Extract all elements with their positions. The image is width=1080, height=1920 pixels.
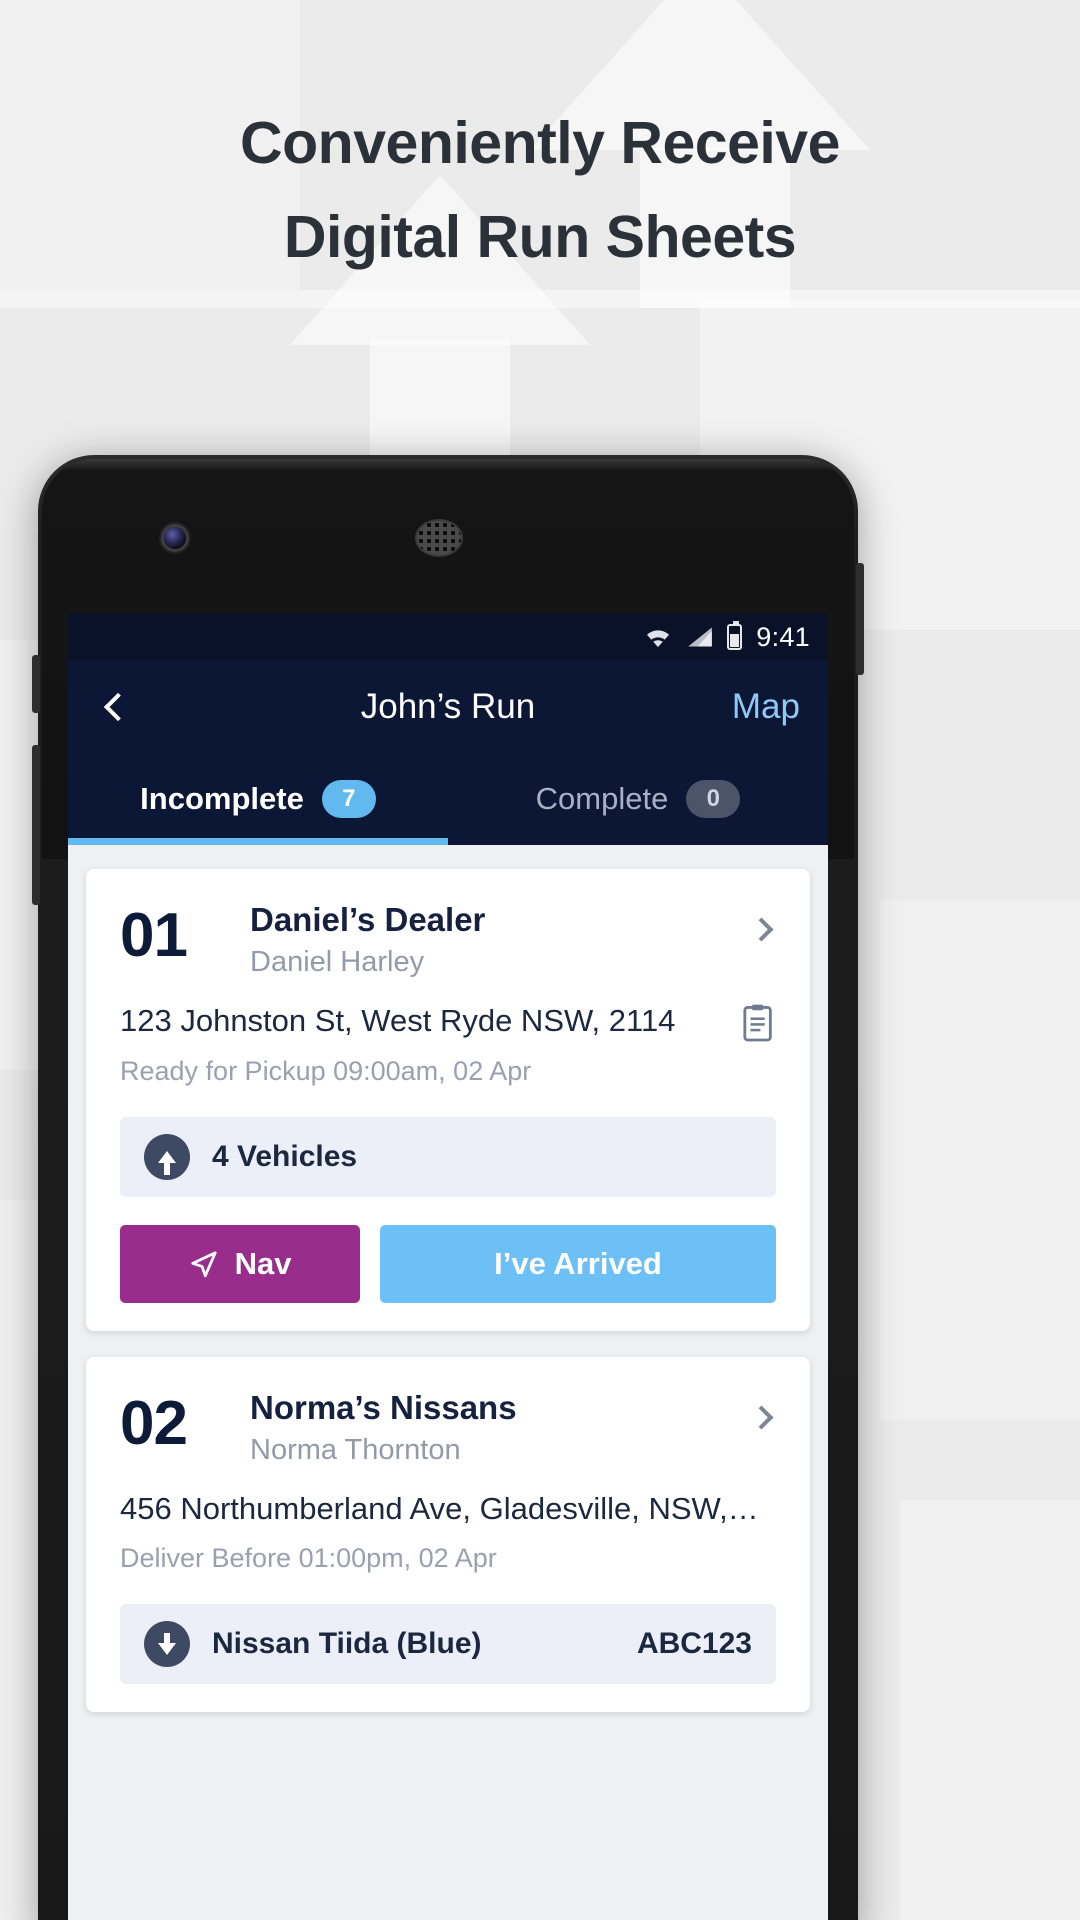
stop-title: Daniel’s Dealer bbox=[250, 901, 486, 938]
stop-vehicle-summary[interactable]: Nissan Tiida (Blue) ABC123 bbox=[120, 1604, 776, 1685]
headline-line-1: Conveniently Receive bbox=[240, 110, 840, 176]
stop-address-block: 123 Johnston St, West Ryde NSW, 2114 Rea… bbox=[120, 1001, 742, 1086]
stop-contact: Norma Thornton bbox=[250, 1433, 461, 1466]
stop-card-header[interactable]: 02 Norma’s Nissans Norma Thornton bbox=[120, 1387, 776, 1467]
phone-screen: 9:41 John’s Run Map Incomplete 7 Complet… bbox=[68, 613, 828, 1920]
stop-contact: Daniel Harley bbox=[250, 946, 425, 979]
stop-card-header[interactable]: 01 Daniel’s Dealer Daniel Harley bbox=[120, 899, 776, 979]
nav-button-label: Nav bbox=[234, 1245, 292, 1281]
stop-title: Norma’s Nissans bbox=[250, 1388, 517, 1426]
tab-active-indicator bbox=[68, 838, 448, 845]
status-bar: 9:41 bbox=[68, 613, 828, 661]
stop-actions: Nav I’ve Arrived bbox=[120, 1224, 776, 1303]
stop-identity: Daniel’s Dealer Daniel Harley bbox=[250, 899, 753, 979]
battery-icon bbox=[727, 621, 743, 650]
headline-line-2: Digital Run Sheets bbox=[283, 204, 797, 271]
chevron-left-icon bbox=[103, 692, 133, 722]
arrow-up-icon bbox=[144, 1133, 190, 1180]
stop-number: 01 bbox=[120, 901, 188, 970]
phone-volume-button bbox=[32, 745, 40, 905]
app-navbar: John’s Run Map bbox=[68, 661, 828, 753]
navigation-arrow-icon bbox=[189, 1249, 219, 1279]
chevron-right-icon[interactable] bbox=[749, 1405, 774, 1430]
stop-vehicle-label: 4 Vehicles bbox=[212, 1139, 358, 1173]
back-button[interactable] bbox=[68, 692, 168, 722]
arrow-down-icon bbox=[144, 1621, 190, 1668]
phone-power-button bbox=[856, 563, 864, 675]
clipboard-icon[interactable] bbox=[742, 1003, 776, 1043]
stop-identity: Norma’s Nissans Norma Thornton bbox=[250, 1387, 753, 1467]
stop-vehicle-label: Nissan Tiida (Blue) bbox=[212, 1627, 482, 1661]
status-bar-time: 9:41 bbox=[756, 621, 810, 652]
arrived-button[interactable]: I’ve Arrived bbox=[380, 1224, 776, 1303]
page-title: John’s Run bbox=[360, 687, 536, 726]
stop-vehicle-plate: ABC123 bbox=[636, 1627, 752, 1661]
stop-card[interactable]: 02 Norma’s Nissans Norma Thornton 456 No… bbox=[86, 1356, 810, 1713]
stop-number: 02 bbox=[120, 1388, 188, 1458]
tab-complete[interactable]: Complete 0 bbox=[448, 753, 828, 845]
tab-bar: Incomplete 7 Complete 0 bbox=[68, 753, 828, 845]
front-camera-icon bbox=[164, 527, 186, 549]
tab-complete-label: Complete bbox=[535, 781, 669, 816]
map-link[interactable]: Map bbox=[732, 687, 800, 727]
earpiece-speaker-icon bbox=[417, 521, 461, 555]
phone-side-button bbox=[32, 655, 40, 713]
arrived-button-label: I’ve Arrived bbox=[494, 1245, 662, 1281]
tab-incomplete-badge: 7 bbox=[321, 780, 376, 818]
bg-shape bbox=[880, 900, 1080, 1420]
stop-address: 456 Northumberland Ave, Gladesville, NSW… bbox=[120, 1490, 759, 1526]
bg-shape bbox=[900, 1500, 1080, 1920]
stop-address-row: 456 Northumberland Ave, Gladesville, NSW… bbox=[120, 1489, 776, 1574]
wifi-icon bbox=[643, 626, 673, 648]
signal-bars-icon bbox=[687, 626, 713, 648]
tab-incomplete[interactable]: Incomplete 7 bbox=[68, 753, 448, 845]
phone-mockup: 9:41 John’s Run Map Incomplete 7 Complet… bbox=[32, 455, 864, 1920]
run-sheet-list[interactable]: 01 Daniel’s Dealer Daniel Harley 123 Joh… bbox=[68, 845, 828, 1920]
chevron-right-icon[interactable] bbox=[749, 917, 774, 942]
stop-eta: Ready for Pickup 09:00am, 02 Apr bbox=[120, 1055, 532, 1086]
stop-address-row: 123 Johnston St, West Ryde NSW, 2114 Rea… bbox=[120, 1001, 776, 1086]
stop-address: 123 Johnston St, West Ryde NSW, 2114 bbox=[120, 1003, 676, 1039]
promo-headline: Conveniently Receive Digital Run Sheets bbox=[0, 96, 1080, 285]
stop-vehicle-summary[interactable]: 4 Vehicles bbox=[120, 1116, 776, 1197]
stop-address-block: 456 Northumberland Ave, Gladesville, NSW… bbox=[120, 1489, 776, 1574]
tab-incomplete-label: Incomplete bbox=[140, 781, 304, 816]
nav-button[interactable]: Nav bbox=[120, 1224, 360, 1303]
stop-card[interactable]: 01 Daniel’s Dealer Daniel Harley 123 Joh… bbox=[86, 869, 810, 1331]
stop-eta: Deliver Before 01:00pm, 02 Apr bbox=[120, 1543, 497, 1574]
tab-complete-badge: 0 bbox=[686, 780, 741, 818]
